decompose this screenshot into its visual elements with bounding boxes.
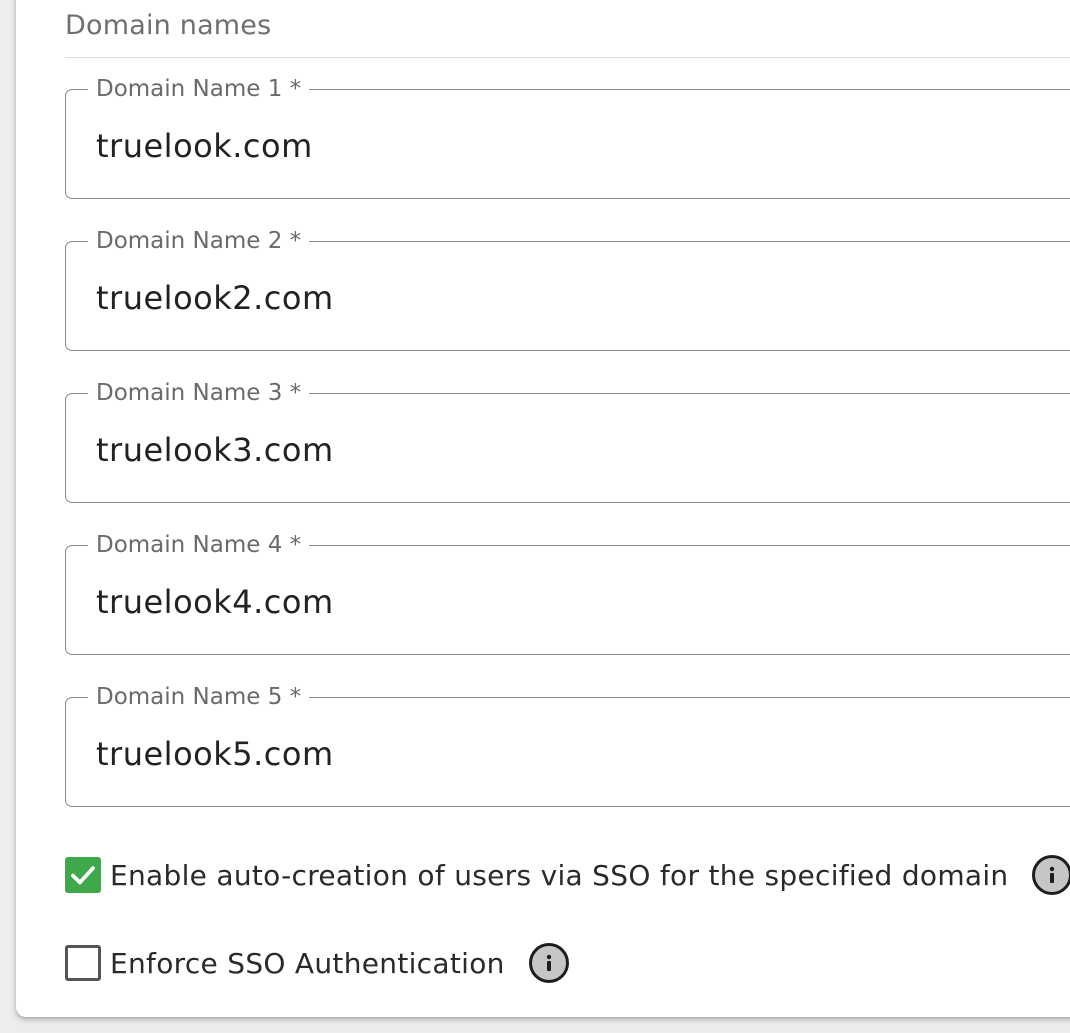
domain-name-1-input[interactable] <box>96 124 996 168</box>
enforce-sso-checkbox[interactable] <box>65 945 101 981</box>
auto-create-users-label[interactable]: Enable auto-creation of users via SSO fo… <box>110 859 1008 892</box>
domain-name-3-input[interactable] <box>96 428 996 472</box>
domain-name-4-input[interactable] <box>96 580 996 624</box>
domain-name-4-field[interactable]: Domain Name 4 * <box>65 530 1070 655</box>
enforce-sso-label[interactable]: Enforce SSO Authentication <box>110 947 505 980</box>
domain-name-2-input[interactable] <box>96 276 996 320</box>
domain-name-1-label: Domain Name 1 * <box>88 74 310 104</box>
domain-name-5-field[interactable]: Domain Name 5 * <box>65 682 1070 807</box>
info-icon[interactable] <box>1032 855 1070 895</box>
domain-name-2-field[interactable]: Domain Name 2 * <box>65 226 1070 351</box>
auto-create-users-option: Enable auto-creation of users via SSO fo… <box>65 855 1070 895</box>
section-divider <box>65 57 1070 58</box>
domain-name-5-input[interactable] <box>96 732 996 776</box>
checkmark-icon <box>71 866 95 885</box>
domain-name-3-field[interactable]: Domain Name 3 * <box>65 378 1070 503</box>
domain-name-5-label: Domain Name 5 * <box>88 682 310 712</box>
domain-name-3-label: Domain Name 3 * <box>88 378 310 408</box>
auto-create-users-checkbox[interactable] <box>65 857 101 893</box>
enforce-sso-option: Enforce SSO Authentication <box>65 943 569 983</box>
domain-name-4-label: Domain Name 4 * <box>88 530 310 560</box>
info-icon[interactable] <box>528 943 569 983</box>
domain-name-1-field[interactable]: Domain Name 1 * <box>65 74 1070 199</box>
section-title: Domain names <box>65 10 272 41</box>
domain-name-2-label: Domain Name 2 * <box>88 226 310 256</box>
